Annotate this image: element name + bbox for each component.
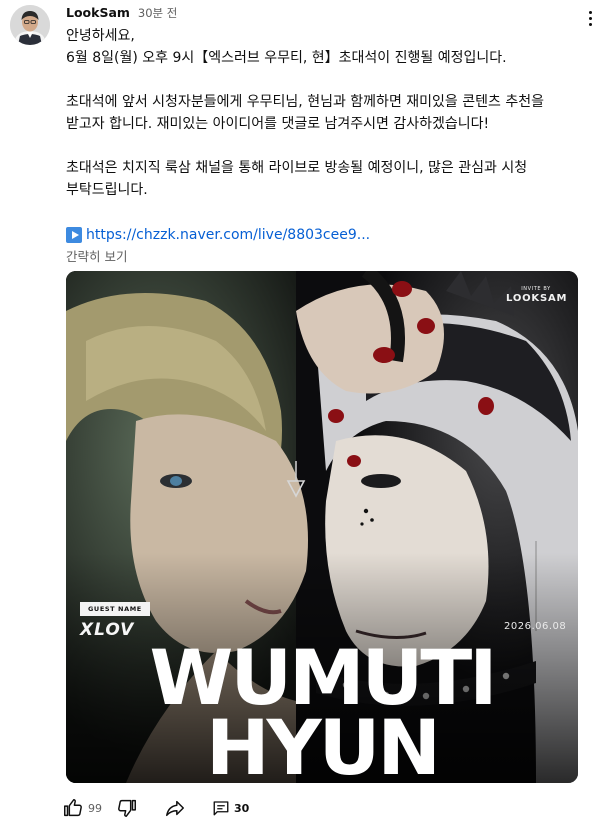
share-button[interactable]: [164, 797, 186, 819]
post-header: LookSam 30분 전: [66, 5, 177, 25]
post-link-row: https://chzzk.naver.com/live/8803cee9...: [66, 224, 370, 246]
poster-invite: INVITE BY LOOKSAM: [506, 285, 566, 305]
action-bar: 99 30: [62, 794, 249, 822]
read-less-button[interactable]: 간략히 보기: [66, 246, 127, 265]
post-image[interactable]: INVITE BY LOOKSAM GUEST NAME XLOV 2026.0…: [66, 271, 578, 783]
post-line-broadcast: 초대석은 치지직 룩삼 채널을 통해 라이브로 방송될 예정이니, 많은 관심과…: [66, 160, 528, 198]
thumb-up-icon: [64, 799, 82, 817]
post-line-greeting: 안녕하세요,: [66, 28, 135, 44]
author-avatar[interactable]: [10, 5, 50, 45]
poster-title-line2: HYUN: [206, 703, 441, 784]
comment-icon: [213, 801, 229, 816]
community-post: LookSam 30분 전 안녕하세요, 6월 8일(월) 오후 9시【엑스러브…: [0, 0, 608, 830]
author-name[interactable]: LookSam: [66, 5, 130, 20]
like-count: 99: [88, 801, 102, 815]
poster-date: 2026.06.08: [504, 621, 567, 632]
share-icon: [166, 800, 184, 817]
like-button[interactable]: 99: [62, 797, 102, 819]
comment-count: 30: [234, 801, 250, 815]
poster-brand: LOOKSAM: [506, 293, 568, 304]
invite-label: INVITE BY: [521, 286, 551, 292]
stream-link[interactable]: https://chzzk.naver.com/live/8803cee9...: [86, 227, 370, 243]
post-line-request: 초대석에 앞서 시청자분들에게 우무티님, 현님과 함께하면 재미있을 콘텐츠 …: [66, 94, 544, 132]
guest-label: GUEST NAME: [80, 602, 150, 616]
post-time[interactable]: 30분 전: [138, 5, 177, 21]
post-line-schedule: 6월 8일(월) 오후 9시【엑스러브 우무티, 현】초대석이 진행될 예정입니…: [66, 50, 507, 66]
thumb-down-icon: [118, 799, 136, 817]
play-icon: [66, 227, 82, 243]
dislike-button[interactable]: [116, 797, 138, 819]
guest-group: XLOV: [80, 620, 135, 640]
post-body: 안녕하세요, 6월 8일(월) 오후 9시【엑스러브 우무티, 현】초대석이 진…: [66, 25, 586, 201]
comments-button[interactable]: 30: [212, 799, 249, 817]
